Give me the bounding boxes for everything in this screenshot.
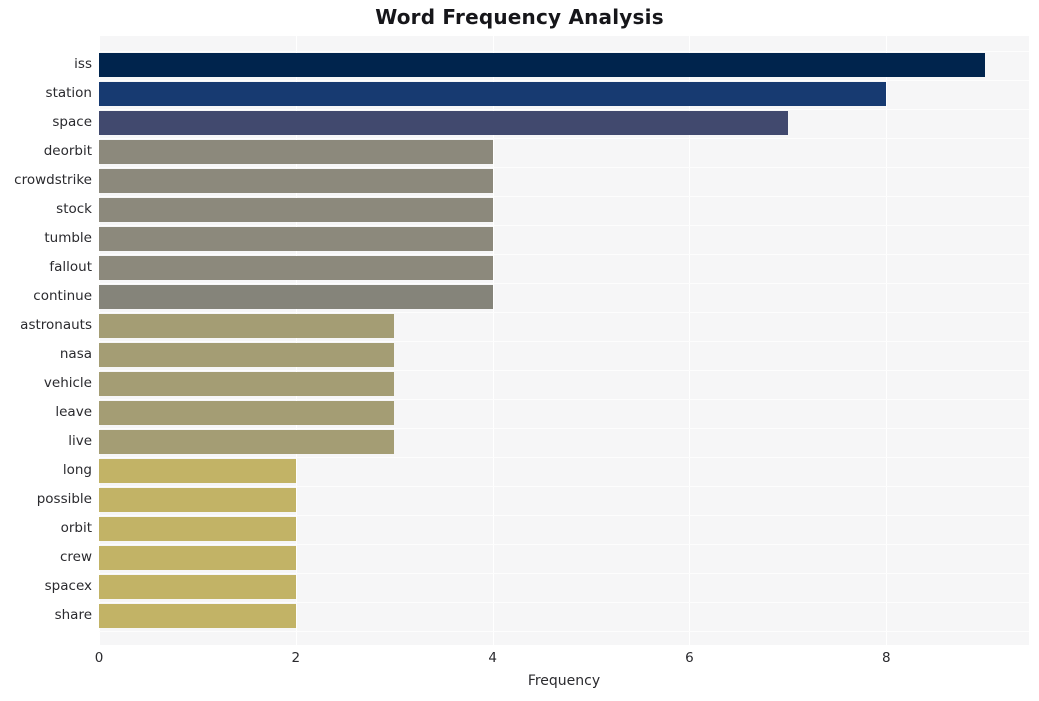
bar-row	[99, 51, 1029, 80]
y-tick-label: fallout	[49, 259, 92, 275]
bar-row	[99, 341, 1029, 370]
x-tick-label: 0	[94, 650, 104, 666]
bar[interactable]	[99, 430, 395, 454]
y-tick-label: stock	[56, 201, 92, 217]
bar-row	[99, 312, 1029, 341]
bar-row	[99, 254, 1029, 283]
y-tick-label: station	[45, 85, 92, 101]
bar-row	[99, 428, 1029, 457]
bar[interactable]	[99, 314, 395, 338]
bar[interactable]	[99, 82, 887, 106]
plot-area	[99, 36, 1029, 645]
y-tick-label: vehicle	[43, 375, 92, 391]
bar[interactable]	[99, 256, 493, 280]
x-tick-label: 8	[882, 650, 891, 666]
bar-row	[99, 80, 1029, 109]
x-axis-tick-labels: 0 2 4 6 8	[0, 645, 1039, 675]
y-tick-label: spacex	[44, 578, 92, 594]
y-tick-label: possible	[36, 491, 92, 507]
bar-row	[99, 573, 1029, 602]
x-axis-label: Frequency	[527, 673, 601, 689]
bar-row	[99, 602, 1029, 631]
y-tick-label: continue	[33, 288, 92, 304]
y-tick-label: crowdstrike	[14, 172, 92, 188]
x-tick-label: 2	[291, 650, 301, 666]
bar[interactable]	[99, 459, 296, 483]
y-tick-label: leave	[55, 404, 92, 420]
y-tick-label: iss	[74, 56, 92, 72]
bar[interactable]	[99, 546, 296, 570]
y-tick-label: astronauts	[20, 317, 92, 333]
bar[interactable]	[99, 140, 493, 164]
y-tick-label: tumble	[44, 230, 92, 246]
bar-row	[99, 399, 1029, 428]
bar[interactable]	[99, 372, 395, 396]
y-tick-label: live	[68, 433, 92, 449]
bar[interactable]	[99, 169, 493, 193]
bar-row	[99, 515, 1029, 544]
x-tick-label: 6	[685, 650, 694, 666]
bar[interactable]	[99, 343, 395, 367]
y-tick-label: deorbit	[43, 143, 92, 159]
bar-row	[99, 283, 1029, 312]
bar-row	[99, 457, 1029, 486]
y-tick-label: orbit	[60, 520, 92, 536]
y-axis-tick-labels: iss station space deorbit crowdstrike stock tu…	[0, 36, 92, 645]
bar[interactable]	[99, 227, 493, 251]
bar-row	[99, 544, 1029, 573]
bar[interactable]	[99, 517, 296, 541]
chart-figure: Word Frequency Analysis iss station space d…	[0, 0, 1039, 701]
bar[interactable]	[99, 53, 985, 77]
y-tick-label: share	[54, 607, 92, 623]
y-tick-label: long	[62, 462, 92, 478]
bar[interactable]	[99, 575, 296, 599]
bar-row	[99, 138, 1029, 167]
bar-row	[99, 486, 1029, 515]
bar-row	[99, 370, 1029, 399]
bar[interactable]	[99, 198, 493, 222]
bar[interactable]	[99, 111, 788, 135]
bar-row	[99, 109, 1029, 138]
bar[interactable]	[99, 285, 493, 309]
chart-title: Word Frequency Analysis	[375, 5, 664, 29]
y-tick-label: nasa	[59, 346, 92, 362]
bar[interactable]	[99, 401, 395, 425]
x-tick-label: 4	[488, 650, 497, 666]
bar-row	[99, 196, 1029, 225]
bar-row	[99, 167, 1029, 196]
bar[interactable]	[99, 488, 296, 512]
y-tick-label: crew	[59, 549, 92, 565]
bar[interactable]	[99, 604, 296, 628]
bar-row	[99, 225, 1029, 254]
y-tick-label: space	[52, 114, 92, 130]
gridline-horizontal	[99, 630, 1029, 632]
